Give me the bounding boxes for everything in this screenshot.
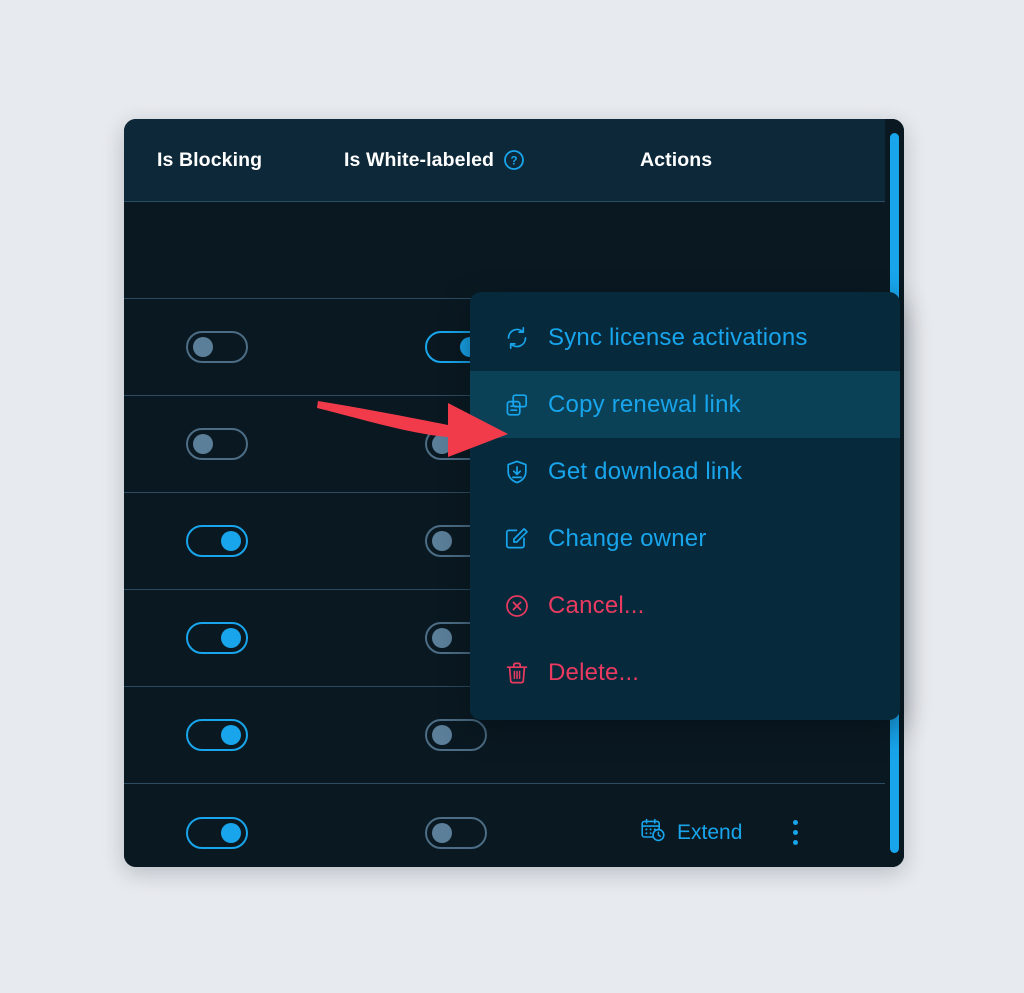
cell-is-blocking xyxy=(186,428,248,460)
cell-is-blocking xyxy=(186,331,248,363)
is-blocking-toggle[interactable] xyxy=(186,622,248,654)
cell-is-blocking xyxy=(186,525,248,557)
kebab-menu-icon[interactable] xyxy=(782,817,808,849)
help-icon[interactable]: ? xyxy=(503,149,525,171)
is-blocking-toggle[interactable] xyxy=(186,719,248,751)
circle-x-icon xyxy=(504,593,530,619)
menu-item-label: Delete... xyxy=(548,658,640,686)
table-row xyxy=(124,202,904,299)
is-white-labeled-toggle[interactable] xyxy=(425,719,487,751)
column-header-label: Actions xyxy=(640,148,713,171)
svg-text:?: ? xyxy=(511,155,518,167)
calendar-clock-icon xyxy=(640,817,666,849)
column-header-label: Is Blocking xyxy=(157,148,263,171)
cell-is-blocking xyxy=(186,622,248,654)
column-header-label: Is White-labeled xyxy=(344,148,495,171)
menu-item-cancel[interactable]: Cancel... xyxy=(470,572,900,639)
column-header-is-blocking[interactable]: Is Blocking xyxy=(157,149,262,172)
menu-item-label: Sync license activations xyxy=(548,323,808,351)
is-blocking-toggle[interactable] xyxy=(186,331,248,363)
menu-item-label: Cancel... xyxy=(548,591,645,619)
trash-icon xyxy=(504,660,530,686)
is-white-labeled-toggle[interactable] xyxy=(425,816,487,849)
menu-item-copy-renewal-link[interactable]: Copy renewal link xyxy=(470,371,900,438)
cell-actions: Extend xyxy=(640,817,808,849)
menu-item-delete[interactable]: Delete... xyxy=(470,639,900,706)
column-header-actions[interactable]: Actions xyxy=(640,149,712,172)
is-blocking-toggle[interactable] xyxy=(186,428,248,460)
menu-item-label: Change owner xyxy=(548,524,707,552)
cell-is-blocking xyxy=(186,816,248,849)
sync-icon xyxy=(504,325,530,351)
edit-icon xyxy=(504,526,530,552)
menu-item-get-download-link[interactable]: Get download link xyxy=(470,438,900,505)
copy-icon xyxy=(504,392,530,418)
menu-item-label: Get download link xyxy=(548,457,743,485)
table-header-row: Is Blocking Is White-labeled ? Actions xyxy=(124,119,904,202)
row-actions-context-menu: Sync license activations Copy renewal li… xyxy=(470,292,900,720)
is-blocking-toggle[interactable] xyxy=(186,816,248,849)
table-row[interactable]: Extend xyxy=(124,784,904,867)
screenshot-stage: Is Blocking Is White-labeled ? Actions E… xyxy=(0,0,1024,993)
column-header-is-white-labeled[interactable]: Is White-labeled ? xyxy=(344,149,525,172)
cell-is-white-labeled xyxy=(425,816,487,849)
menu-item-label: Copy renewal link xyxy=(548,390,741,418)
menu-item-change-owner[interactable]: Change owner xyxy=(470,505,900,572)
menu-item-sync-license-activations[interactable]: Sync license activations xyxy=(470,304,900,371)
is-blocking-toggle[interactable] xyxy=(186,525,248,557)
cell-is-blocking xyxy=(186,719,248,751)
extend-button[interactable]: Extend xyxy=(640,817,742,849)
shield-download-icon xyxy=(504,459,530,485)
cell-is-white-labeled xyxy=(425,719,487,751)
extend-button-label: Extend xyxy=(677,820,743,844)
